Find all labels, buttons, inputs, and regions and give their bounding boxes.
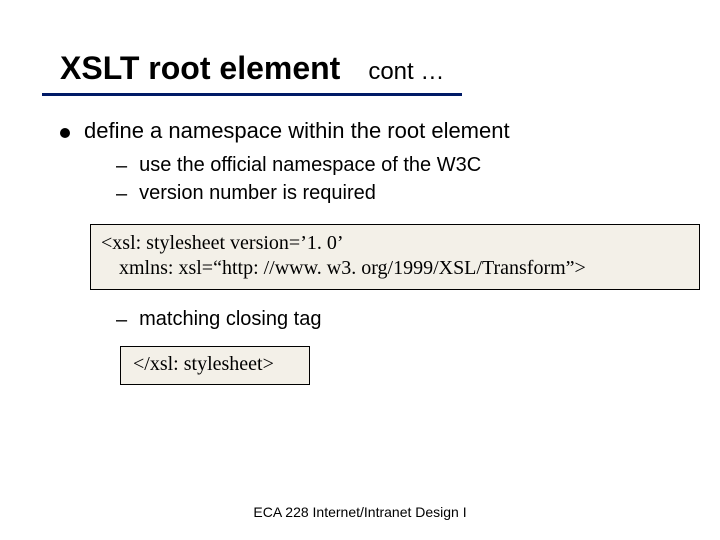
code-line: <xsl: stylesheet version=’1. 0’ [101, 232, 344, 254]
footer-text: ECA 228 Internet/Intranet Design I [0, 504, 720, 520]
dash-icon: – [116, 308, 127, 332]
slide-title: XSLT root element [60, 50, 340, 87]
dash-icon: – [116, 154, 127, 178]
bullet-text: version number is required [139, 182, 376, 205]
bullet-text: use the official namespace of the W3C [139, 154, 481, 177]
title-row: XSLT root element cont … [60, 50, 680, 87]
bullet-text: define a namespace within the root eleme… [84, 118, 510, 144]
bullet-dot-icon [60, 128, 70, 138]
bullet-level2: – version number is required [116, 182, 680, 206]
bullet-level2: – matching closing tag [116, 308, 680, 332]
code-box-stylesheet-open: <xsl: stylesheet version=’1. 0’ xmlns: x… [90, 224, 700, 290]
code-box-stylesheet-close: </xsl: stylesheet> [120, 346, 310, 385]
slide-title-cont: cont … [368, 58, 444, 86]
slide: XSLT root element cont … define a namesp… [0, 0, 720, 540]
bullet-level2: – use the official namespace of the W3C [116, 154, 680, 178]
bullet-text: matching closing tag [139, 308, 321, 331]
title-underline [42, 93, 462, 96]
code-line: </xsl: stylesheet> [133, 353, 274, 375]
bullet-level1: define a namespace within the root eleme… [60, 118, 680, 144]
code-line: xmlns: xsl=“http: //www. w3. org/1999/XS… [101, 256, 689, 281]
dash-icon: – [116, 182, 127, 206]
